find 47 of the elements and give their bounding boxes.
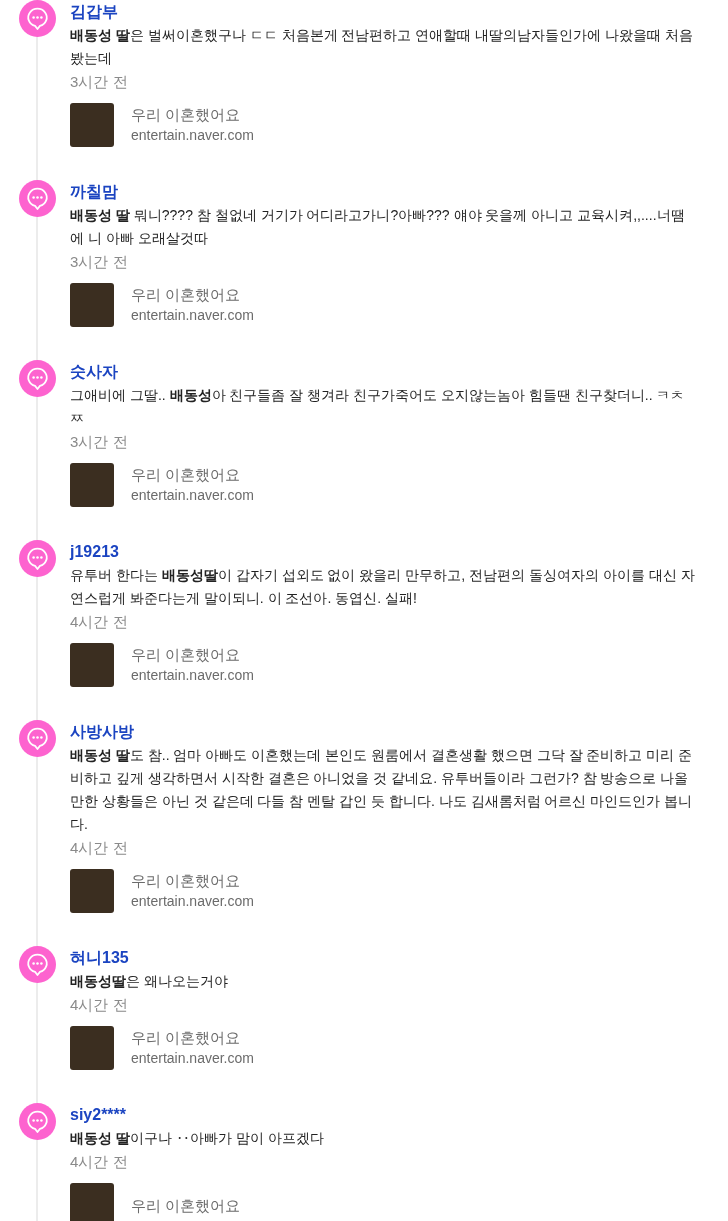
speech-bubble-icon xyxy=(19,360,56,397)
link-domain: entertain.naver.com xyxy=(131,666,254,685)
link-domain: entertain.naver.com xyxy=(131,126,254,145)
photo-placeholder[interactable] xyxy=(70,463,114,507)
speech-bubble-icon xyxy=(19,720,56,757)
timestamp: 4시간 전 xyxy=(70,1152,128,1172)
speech-bubble-icon xyxy=(19,180,56,217)
photo-placeholder[interactable] xyxy=(70,869,114,913)
article-link[interactable]: 우리 이혼했어요 xyxy=(131,1194,241,1216)
speech-bubble-icon xyxy=(19,946,56,983)
username-link[interactable]: 숫사자 xyxy=(70,360,118,384)
article-link[interactable]: 우리 이혼했어요 xyxy=(131,644,254,665)
article-link[interactable]: 우리 이혼했어요 xyxy=(131,284,254,305)
timestamp: 3시간 전 xyxy=(70,432,128,452)
username-link[interactable]: 혀니135 xyxy=(70,946,129,970)
username-link[interactable]: j19213 xyxy=(70,540,119,564)
link-domain: entertain.naver.com xyxy=(131,1049,254,1068)
timestamp: 4시간 전 xyxy=(70,995,128,1015)
photo-placeholder[interactable] xyxy=(70,1026,114,1070)
comment-text: 그애비에 그딸.. 배동성아 친구들좀 잘 챙겨라 친구가죽어도 오지않는놈아 힘들땐 친구찾더니.. ㅋㅊㅉ xyxy=(70,386,686,428)
speech-bubble-icon xyxy=(19,1103,56,1140)
comment-text: 배동성딸은 왜나오는거야 xyxy=(70,972,229,991)
comment-text: 배동성 딸은 벌써이혼했구나 ㄷㄷ 처음본게 전남편하고 연애할때 내딸의남자들인가에 나왔을때 처음봤는데 xyxy=(70,26,694,68)
speech-bubble-icon xyxy=(19,540,56,577)
timestamp: 3시간 전 xyxy=(70,252,128,272)
photo-placeholder[interactable] xyxy=(70,103,114,147)
username-link[interactable]: 사방사방 xyxy=(70,720,134,744)
photo-placeholder[interactable] xyxy=(70,643,114,687)
timestamp: 4시간 전 xyxy=(70,612,128,632)
username-link[interactable]: 김갑부 xyxy=(70,0,118,24)
timestamp: 4시간 전 xyxy=(70,838,128,858)
comment-text: 배동성 딸이구나 ‥아빠가 맘이 아프겠다 xyxy=(70,1129,325,1148)
username-link[interactable]: 까칠맘 xyxy=(70,180,118,204)
timestamp: 3시간 전 xyxy=(70,72,128,92)
article-link[interactable]: 우리 이혼했어요 xyxy=(131,464,254,485)
link-domain: entertain.naver.com xyxy=(131,306,254,325)
article-link[interactable]: 우리 이혼했어요 xyxy=(131,870,254,891)
photo-placeholder[interactable] xyxy=(70,1183,114,1221)
photo-placeholder[interactable] xyxy=(70,283,114,327)
comment-text: 배동성 딸도 참.. 엄마 아빠도 이혼했는데 본인도 원룸에서 결혼생활 했으면 그닥 잘 준비하고 미리 준비하고 깊게 생각하면서 시작한 결혼은 아니었을 것 같네요. 유투버들이라 그런가? 참 방송으로 나올만한 상황들은 아닌 것 같은데 다들 참 멘탈 갑인 듯 합니다. 나도 김새롬처럼 어르신 마인드인가 봅니다. xyxy=(70,746,694,834)
article-link[interactable]: 우리 이혼했어요 xyxy=(131,104,254,125)
link-domain: entertain.naver.com xyxy=(131,892,254,911)
comment-text: 유투버 한다는 배동성딸이 갑자기 섭외도 없이 왔을리 만무하고, 전남편의 돌싱여자의 아이를 대신 자연스럽게 봐준다는게 말이되니. 이 조선아. 동엽신. 실패! xyxy=(70,566,696,608)
username-link[interactable]: siy2**** xyxy=(70,1103,127,1127)
article-link[interactable]: 우리 이혼했어요 xyxy=(131,1027,254,1048)
link-domain: entertain.naver.com xyxy=(131,486,254,505)
comment-text: 배동성 딸 뭐니???? 참 철없네 거기가 어디라고가니?아빠??? 얘야 웃을께 아니고 교육시켜,,....너땜에 니 아빠 오래살것따 xyxy=(70,206,686,248)
